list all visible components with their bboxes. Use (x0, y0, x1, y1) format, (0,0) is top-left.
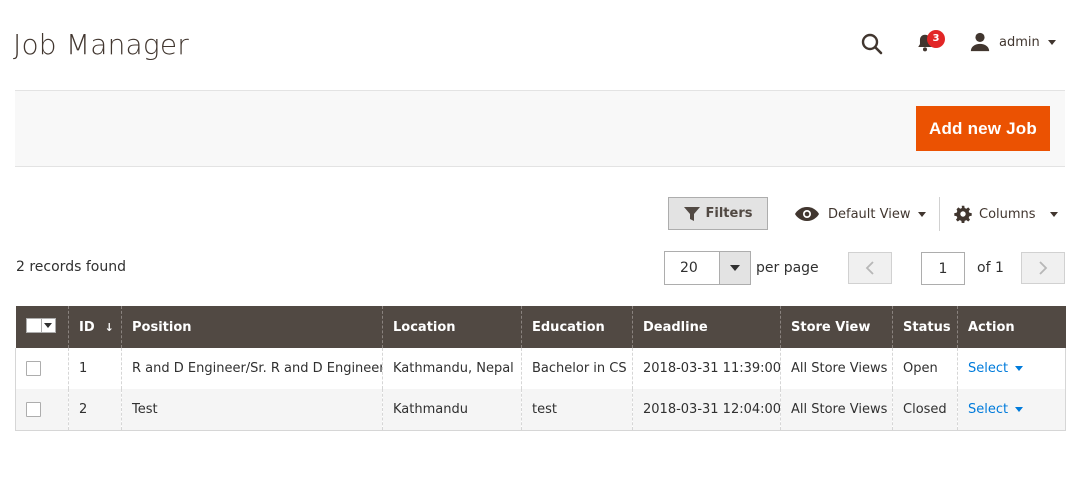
cell-location: Kathmandu (382, 389, 522, 431)
cell-action: Select (957, 348, 1066, 389)
chevron-down-icon (1047, 39, 1056, 45)
columns-label: Columns (979, 206, 1036, 222)
default-view-dropdown[interactable]: Default View (795, 203, 927, 225)
page-title: Job Manager (13, 28, 190, 61)
chevron-down-icon (1049, 211, 1058, 217)
filter-icon (683, 206, 700, 221)
column-header-status[interactable]: Status (892, 306, 958, 348)
column-header-location[interactable]: Location (382, 306, 522, 348)
cell-education: Bachelor in CS (521, 348, 633, 389)
user-name: admin (999, 34, 1040, 50)
search-icon[interactable] (860, 32, 884, 56)
cell-education: test (521, 389, 633, 431)
chevron-down-icon (730, 265, 740, 271)
cell-status: Closed (892, 389, 958, 431)
per-page-toggle[interactable] (719, 252, 750, 284)
table-row[interactable]: 2 Test Kathmandu test 2018-03-31 12:04:0… (15, 389, 1066, 431)
column-header-deadline[interactable]: Deadline (632, 306, 781, 348)
cell-id: 2 (68, 389, 122, 431)
chevron-down-icon (1015, 406, 1024, 412)
row-checkbox[interactable] (26, 361, 41, 376)
jobs-grid: ID ↓ Position Location Education Deadline… (15, 306, 1066, 431)
column-header-education[interactable]: Education (521, 306, 633, 348)
filters-button[interactable]: Filters (668, 197, 768, 230)
user-icon (970, 32, 990, 52)
page-total: of 1 (977, 260, 1004, 276)
cell-action: Select (957, 389, 1066, 431)
filters-label: Filters (705, 206, 753, 221)
cell-store-view: All Store Views (780, 389, 893, 431)
cell-id: 1 (68, 348, 122, 389)
mass-select-dropdown[interactable] (25, 318, 56, 333)
column-header-id[interactable]: ID ↓ (68, 306, 122, 348)
cell-store-view: All Store Views (780, 348, 893, 389)
cell-position: Test (121, 389, 383, 431)
cell-position: R and D Engineer/Sr. R and D Engineer (121, 348, 383, 389)
row-select-cell (15, 348, 69, 389)
add-new-job-button[interactable]: Add new Job (916, 106, 1050, 151)
columns-dropdown[interactable]: Columns (954, 203, 1058, 225)
column-header-position[interactable]: Position (121, 306, 383, 348)
cell-location: Kathmandu, Nepal (382, 348, 522, 389)
user-menu[interactable]: admin (969, 30, 1056, 54)
previous-page-button[interactable] (848, 252, 892, 284)
row-action-select[interactable]: Select (968, 361, 1024, 376)
cell-deadline: 2018-03-31 12:04:00 (632, 389, 781, 431)
toolbar-divider (939, 197, 940, 231)
notification-badge: 3 (927, 30, 945, 48)
table-row[interactable]: 1 R and D Engineer/Sr. R and D Engineer … (15, 348, 1066, 389)
gear-icon (954, 205, 972, 223)
cell-deadline: 2018-03-31 11:39:00 (632, 348, 781, 389)
per-page-select[interactable]: 20 (664, 251, 751, 285)
chevron-down-icon (918, 211, 927, 217)
mass-select-header (15, 306, 69, 348)
eye-icon (795, 207, 819, 221)
next-page-button[interactable] (1021, 252, 1065, 284)
default-view-label: Default View (828, 206, 911, 222)
per-page-label: per page (756, 260, 819, 276)
per-page-value: 20 (680, 260, 698, 276)
column-header-store-view[interactable]: Store View (780, 306, 893, 348)
chevron-down-icon (40, 319, 55, 332)
row-checkbox[interactable] (26, 401, 41, 417)
chevron-left-icon (865, 261, 874, 275)
column-header-action: Action (957, 306, 1066, 348)
page-actions-bar: Add new Job (15, 90, 1065, 167)
chevron-down-icon (1015, 366, 1024, 371)
row-action-select[interactable]: Select (968, 402, 1024, 417)
sort-arrow-icon: ↓ (104, 320, 114, 334)
row-select-cell (15, 389, 69, 431)
chevron-right-icon (1039, 261, 1048, 275)
records-count: 2 records found (16, 259, 126, 275)
current-page-input[interactable] (921, 252, 965, 285)
mass-select-checkbox[interactable] (26, 319, 41, 332)
cell-status: Open (892, 348, 958, 389)
